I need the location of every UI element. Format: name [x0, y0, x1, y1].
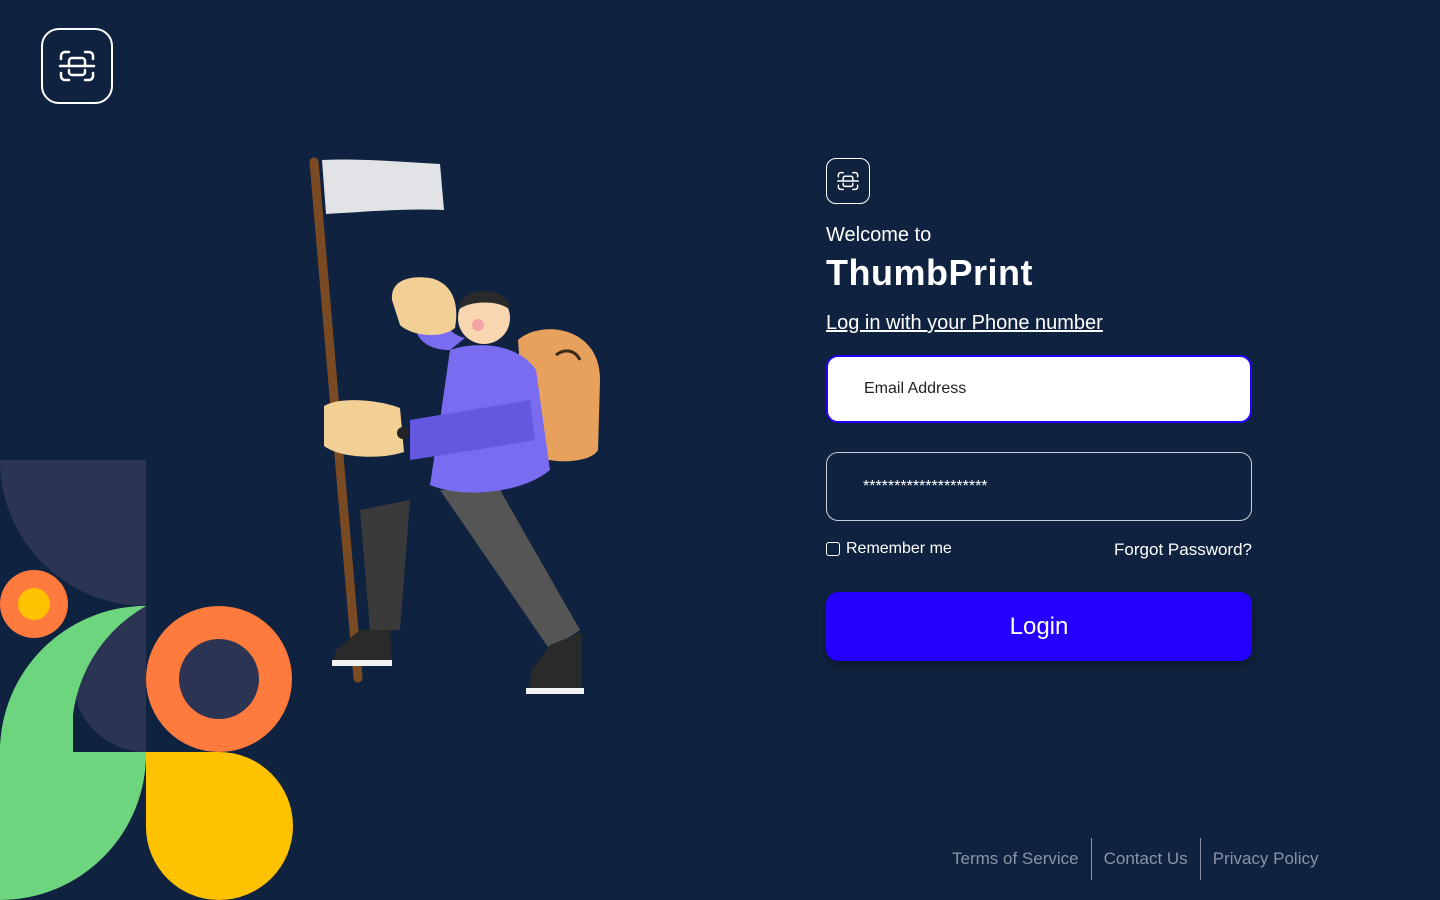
scan-icon	[837, 171, 859, 191]
login-button[interactable]: Login	[826, 592, 1252, 661]
logo[interactable]	[41, 28, 113, 104]
forgot-password-link[interactable]: Forgot Password?	[1114, 540, 1252, 560]
terms-link[interactable]: Terms of Service	[940, 838, 1091, 880]
remember-checkbox[interactable]	[826, 542, 840, 556]
footer-links: Terms of Service Contact Us Privacy Poli…	[940, 838, 1331, 880]
contact-link[interactable]: Contact Us	[1092, 838, 1200, 880]
welcome-text: Welcome to	[826, 224, 932, 246]
email-field[interactable]	[826, 355, 1252, 423]
hiker-illustration	[309, 157, 600, 694]
app-name: ThumbPrint	[826, 252, 1033, 293]
decorative-shapes	[0, 460, 293, 900]
privacy-link[interactable]: Privacy Policy	[1201, 838, 1331, 880]
remember-label: Remember me	[846, 540, 952, 557]
scan-icon	[58, 50, 96, 82]
password-field[interactable]	[826, 452, 1252, 521]
phone-login-link[interactable]: Log in with your Phone number	[826, 312, 1103, 335]
remember-me[interactable]: Remember me	[826, 540, 952, 558]
form-logo	[826, 158, 870, 204]
